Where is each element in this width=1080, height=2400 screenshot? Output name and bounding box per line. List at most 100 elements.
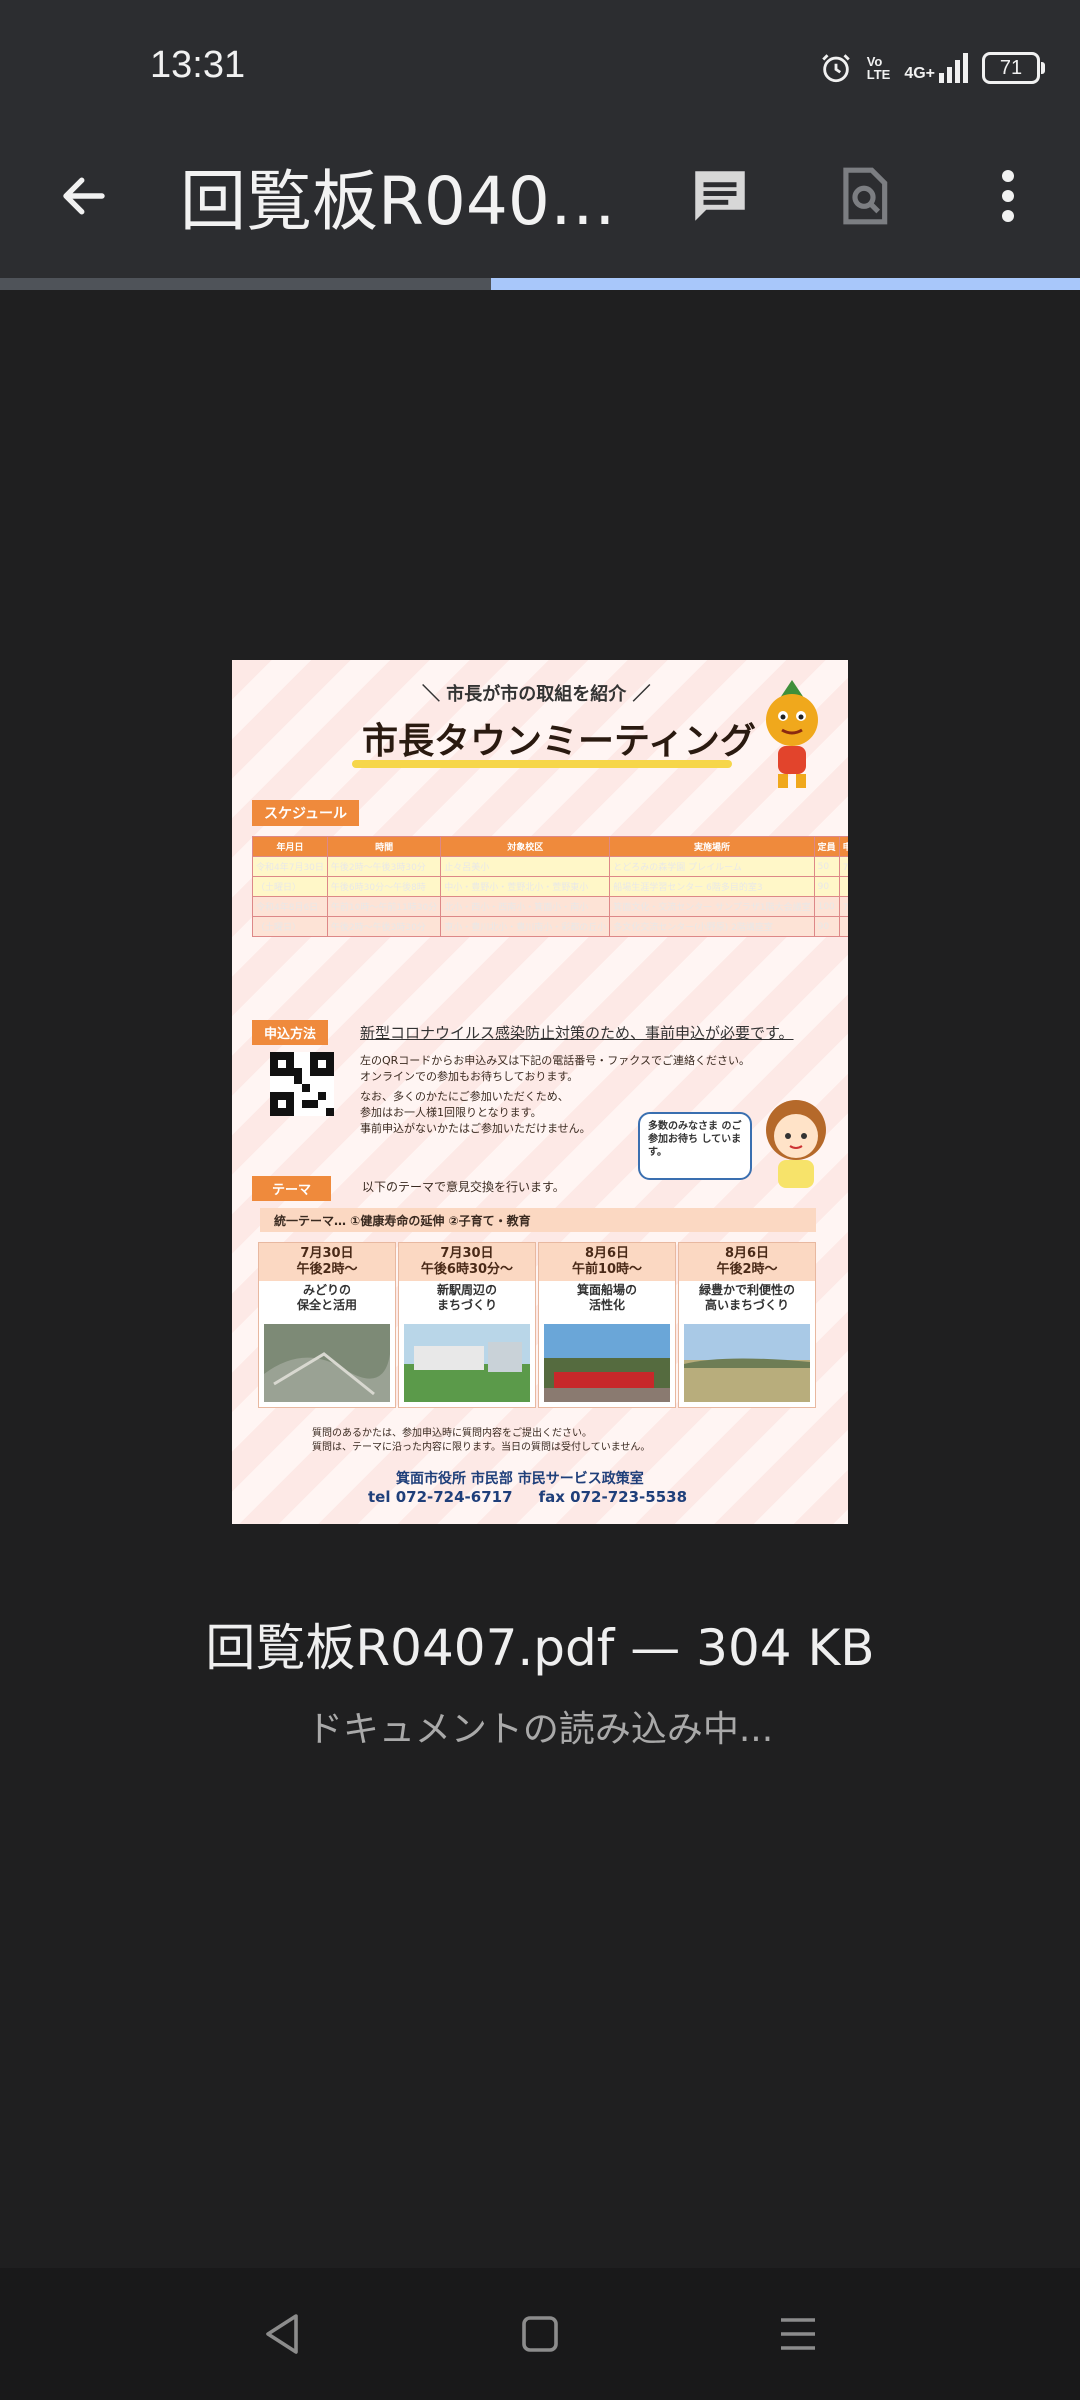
theme-intro: 以下のテーマで意見交換を行います。: [362, 1180, 565, 1194]
schedule-cell: 100: [813, 896, 840, 917]
unified-theme: 統一テーマ… ①健康寿命の延伸 ②子育て・教育: [274, 1214, 531, 1228]
battery-indicator: 71: [982, 52, 1045, 84]
unified-theme-box: 統一テーマ… ①健康寿命の延伸 ②子育て・教育: [260, 1208, 816, 1232]
schedule-table: 年月日 時間 対象校区 実施場所 定員 申込締切日 令和4年7月30日 午後2時…: [252, 836, 848, 937]
back-arrow-icon: [63, 177, 105, 215]
theme-date: 7月30日 午後2時〜: [259, 1243, 395, 1281]
schedule-cell: （土曜日）: [252, 916, 328, 937]
schedule-cell: （水曜日）: [838, 916, 848, 937]
document-viewer: ＼ 市長が市の取組を紹介 ／ 市長タウンミーティング スケジュール 年月日 時間…: [0, 290, 1080, 2268]
alarm-icon: [821, 54, 850, 83]
theme-card: 7月30日 午後2時〜 みどりの 保全と活用: [258, 1242, 396, 1408]
schedule-header: 時間: [326, 836, 442, 857]
office-name: 箕面市役所 市民部 市民サービス政策室: [396, 1471, 644, 1487]
schedule-cell: とどろみの森学園 プレイルーム: [609, 856, 815, 877]
schedule-row: 令和4年7月30日 午後2時〜午後3時30分 止々呂美小 とどろみの森学園 プレ…: [252, 856, 848, 877]
qr-code-icon: [270, 1052, 334, 1116]
schedule-cell: 多文化交流センター(小野原) 2階講座室: [609, 916, 815, 937]
nav-home-button[interactable]: [510, 2308, 570, 2360]
apply-line: 参加はお一人様1回限りとなります。: [360, 1106, 542, 1119]
schedule-cell: 午後2時〜午後3時30分: [326, 916, 442, 937]
theme-date: 8月6日 午後2時〜: [679, 1243, 815, 1281]
apply-line: 事前申込がないかたはご参加いただけません。: [360, 1122, 591, 1135]
file-name-size: 回覧板R0407.pdf — 304 KB: [205, 1619, 875, 1677]
aerial-photo: [264, 1324, 390, 1402]
schedule-cell: 止々呂美小: [440, 856, 611, 877]
status-icons: Vo LTE 4G+ 71: [819, 48, 1045, 88]
girl-illustration: [766, 1100, 826, 1188]
back-button[interactable]: [48, 160, 120, 232]
contact-numbers: tel 072-724-6717 fax 072-723-5538: [368, 1488, 688, 1506]
schedule-cell: 箕面文化・交流センター サンプラザ1階大会議室: [609, 896, 815, 917]
speech-bubble: 多数のみなさま のご参加お待ち しています。: [638, 1112, 752, 1180]
note-line: 質問は、テーマに沿った内容に限ります。当日の質問は受付していません。: [312, 1442, 651, 1453]
apply-label: 申込方法: [252, 1020, 329, 1045]
schedule-cell: 中小・豊野小・萱野北小・萱野東小: [440, 876, 611, 897]
flyer-tagline: ＼ 市長が市の取組を紹介 ／: [422, 684, 651, 705]
more-vert-icon: [1002, 170, 1014, 222]
schedule-label: スケジュール: [252, 800, 360, 826]
schedule-cell: （土曜日）: [252, 876, 328, 897]
schedule-cell: 船場生涯学習センター 6階多目的室3: [609, 876, 815, 897]
comments-button[interactable]: [682, 158, 758, 234]
schedule-header: 年月日: [252, 836, 328, 857]
schedule-header: 実施場所: [609, 836, 815, 857]
schedule-cell: 90: [813, 916, 840, 937]
loading-progress-bar: [0, 278, 1080, 290]
theme-topic: 箕面船場の 活性化: [576, 1283, 637, 1312]
back-triangle-icon: [266, 2314, 298, 2354]
volte-indicator: Vo LTE: [866, 54, 891, 82]
schedule-header-row: 年月日 時間 対象校区 実施場所 定員 申込締切日: [252, 836, 848, 857]
title-underline: [352, 760, 732, 768]
apply-line: オンラインでの参加もお待ちしております。: [360, 1070, 579, 1083]
schedule-cell: 7月20日: [838, 856, 848, 877]
home-square-icon: [522, 2316, 558, 2352]
schedule-cell: 50: [813, 856, 840, 877]
theme-topic: 新駅周辺の まちづくり: [436, 1283, 497, 1312]
schedule-cell: 令和4年7月30日: [252, 856, 328, 877]
find-in-page-icon: [843, 167, 888, 225]
theme-card: 7月30日 午後6時30分〜 新駅周辺の まちづくり: [398, 1242, 536, 1408]
schedule-cell: 北小・西小・西南小・箕面小・南小: [440, 896, 611, 917]
network-type: 4G+: [904, 65, 935, 82]
schedule-row: （土曜日） 午後6時30分〜午後8時 中小・豊野小・萱野北小・萱野東小 船場生涯…: [252, 876, 848, 897]
schedule-row: 令和4年8月6日 午前10時〜午前11時30分 北小・西小・西南小・箕面小・南小…: [252, 896, 848, 917]
apply-headline: 新型コロナウイルス感染防止対策のため、事前申込が必要です。: [360, 1024, 794, 1042]
find-in-page-button[interactable]: [826, 158, 902, 234]
schedule-header: 定員: [813, 836, 840, 857]
theme-topic: みどりの 保全と活用: [296, 1283, 357, 1312]
mascot-illustration: [766, 680, 818, 788]
train-station-photo: [544, 1324, 670, 1402]
schedule-cell: 東小・豊川北小・豊川南小・彩都の丘小: [440, 916, 611, 937]
status-time: 13:31: [150, 44, 246, 86]
theme-topic: 緑豊かで利便性の 高いまちづくり: [698, 1283, 795, 1312]
flyer-title: 市長タウンミーティング: [362, 721, 756, 762]
document-thumbnail[interactable]: ＼ 市長が市の取組を紹介 ／ 市長タウンミーティング スケジュール 年月日 時間…: [232, 660, 848, 1524]
top-app-bar: 13:31 Vo LTE 4G+ 71 回覧板R0407....: [0, 0, 1080, 278]
schedule-cell: 7月27日: [838, 896, 848, 917]
schedule-cell: 午前10時〜午前11時30分: [326, 896, 442, 917]
battery-level: 71: [999, 56, 1023, 79]
progress-fill: [0, 278, 492, 290]
station-rendering-photo: [404, 1324, 530, 1402]
recents-menu-icon: [781, 2318, 815, 2350]
schedule-cell: 90: [813, 876, 840, 897]
schedule-cell: 令和4年8月6日: [252, 896, 328, 917]
network-signal: 4G+: [904, 53, 968, 83]
nav-recents-button[interactable]: [768, 2308, 828, 2360]
apply-line: なお、多くのかたにご参加いただくため、: [360, 1090, 569, 1103]
nav-back-button[interactable]: [252, 2308, 312, 2360]
schedule-cell: （水曜日）: [838, 876, 848, 897]
schedule-header: 対象校区: [440, 836, 611, 857]
landscape-photo: [684, 1324, 810, 1402]
note-line: 質問のあるかたは、参加申込時に質問内容をご提出ください。: [312, 1428, 592, 1439]
apply-line: 左のQRコードからお申込み又は下記の電話番号・ファクスでご連絡ください。: [360, 1054, 750, 1067]
schedule-header: 申込締切日: [838, 836, 848, 857]
schedule-cell: 午後6時30分〜午後8時: [326, 876, 442, 897]
document-title: 回覧板R0407....: [180, 163, 640, 240]
more-options-button[interactable]: [970, 158, 1046, 234]
system-navigation-bar: [0, 2268, 1080, 2400]
comments-icon: [695, 171, 745, 221]
theme-date: 8月6日 午前10時〜: [539, 1243, 675, 1281]
theme-date: 7月30日 午後6時30分〜: [399, 1243, 535, 1281]
